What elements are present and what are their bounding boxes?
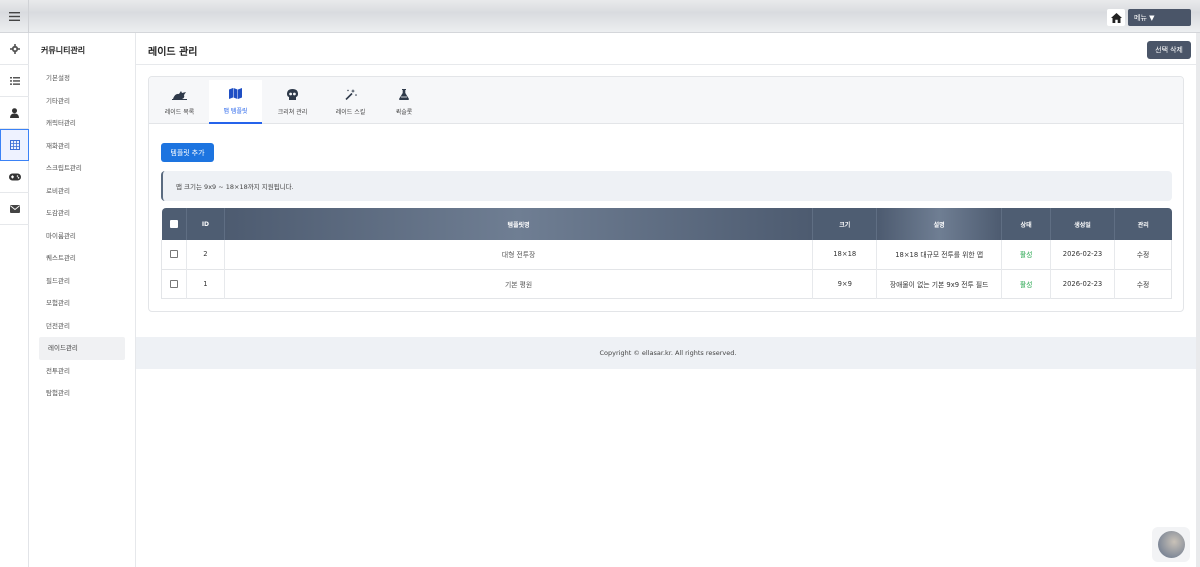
row-select-cell	[161, 269, 187, 298]
user-icon[interactable]	[0, 97, 29, 129]
wand-icon	[344, 88, 357, 104]
sidebar-item-adventure[interactable]: 모험관리	[29, 292, 135, 315]
sidebar-item-etc[interactable]: 기타관리	[29, 90, 135, 113]
hamburger-menu-icon[interactable]	[0, 0, 29, 33]
footer: Copyright © ellasar.kr. All rights reser…	[136, 337, 1200, 369]
copyright-text: Copyright © ellasar.kr. All rights reser…	[599, 349, 737, 357]
select-all-cell	[161, 208, 187, 240]
grid-icon[interactable]	[0, 129, 29, 161]
content-card: 레이드 목록 맵 템플릿 크리쳐 관리 레이드 스킬 퀵슬롯 템플릿 추가 맵 …	[148, 76, 1184, 312]
sidebar-submenu: 커뮤니티관리 기본설정 기타관리 캐릭터관리 재화관리 스크립트관리 로비관리 …	[29, 33, 136, 567]
sidebar-item-field[interactable]: 필드관리	[29, 270, 135, 293]
gear-icon[interactable]	[0, 33, 29, 65]
sidebar-item-basic-settings[interactable]: 기본설정	[29, 67, 135, 90]
select-all-checkbox[interactable]	[169, 220, 178, 228]
cell-size: 9×9	[812, 269, 878, 298]
tab-quickslot[interactable]: 퀵슬롯	[379, 80, 429, 124]
icon-rail	[0, 33, 29, 567]
column-header-description[interactable]: 설명	[876, 208, 1003, 240]
table-row: 2 대형 전투장 18×18 18×18 대규모 전투를 위한 맵 활성 202…	[161, 240, 1173, 269]
row-select-cell	[161, 240, 187, 269]
assistant-avatar-icon	[1157, 531, 1185, 558]
template-table: ID 템플릿명 크기 설명 상태 생성일 관리 2 대형 전투장 18×18 1…	[161, 208, 1173, 299]
cell-size: 18×18	[812, 240, 878, 269]
info-text: 맵 크기는 9x9 ~ 18×18까지 지원됩니다.	[176, 183, 294, 191]
cell-created: 2026-02-23	[1050, 269, 1115, 298]
content-header: 레이드 관리 선택 삭제	[136, 33, 1200, 65]
tab-label: 퀵슬롯	[395, 108, 413, 116]
column-header-actions: 관리	[1114, 208, 1172, 240]
sidebar-item-battle[interactable]: 전투관리	[29, 360, 135, 383]
edit-link[interactable]: 수정	[1114, 240, 1173, 269]
cell-created: 2026-02-23	[1050, 240, 1115, 269]
top-bar: 메뉴 ▼	[0, 0, 1200, 33]
table-header-row: ID 템플릿명 크기 설명 상태 생성일 관리	[161, 208, 1172, 240]
home-icon[interactable]	[1107, 9, 1125, 26]
column-header-status[interactable]: 상태	[1001, 208, 1052, 240]
column-header-size[interactable]: 크기	[812, 208, 878, 240]
column-header-name[interactable]: 템플릿명	[224, 208, 814, 240]
sidebar-item-myroom[interactable]: 마이룸관리	[29, 225, 135, 248]
menu-dropdown[interactable]: 메뉴 ▼	[1128, 9, 1191, 26]
tab-label: 크리쳐 관리	[277, 108, 308, 116]
tab-raid-skill[interactable]: 레이드 스킬	[324, 80, 377, 124]
floating-assistant-button[interactable]	[1152, 527, 1190, 562]
delete-selected-button[interactable]: 선택 삭제	[1147, 41, 1191, 59]
map-icon	[229, 87, 242, 103]
cell-status: 활성	[1001, 269, 1052, 298]
row-checkbox[interactable]	[169, 279, 178, 288]
sidebar-item-currency[interactable]: 재화관리	[29, 135, 135, 158]
cell-name: 기본 평원	[224, 269, 814, 298]
add-template-button[interactable]: 템플릿 추가	[161, 143, 214, 162]
cell-id: 2	[186, 240, 225, 269]
tab-label: 맵 템플릿	[223, 107, 248, 115]
cell-description: 18×18 대규모 전투를 위한 맵	[876, 240, 1003, 269]
page-scrollbar[interactable]	[1196, 33, 1200, 567]
sidebar-item-collection[interactable]: 도감관리	[29, 202, 135, 225]
flask-icon	[399, 88, 409, 104]
tab-label: 레이드 목록	[164, 108, 195, 116]
row-checkbox[interactable]	[169, 250, 178, 259]
page-title: 레이드 관리	[148, 47, 198, 58]
skull-icon	[287, 88, 298, 104]
sidebar-item-raid[interactable]: 레이드관리	[39, 337, 125, 360]
edit-link[interactable]: 수정	[1114, 269, 1173, 298]
tab-bar: 레이드 목록 맵 템플릿 크리쳐 관리 레이드 스킬 퀵슬롯	[149, 77, 1183, 124]
sidebar-item-character[interactable]: 캐릭터관리	[29, 112, 135, 135]
sidebar-item-exploration[interactable]: 탐험관리	[29, 382, 135, 405]
info-notice: 맵 크기는 9x9 ~ 18×18까지 지원됩니다.	[161, 171, 1172, 201]
sidebar-item-script[interactable]: 스크립트관리	[29, 157, 135, 180]
column-header-id[interactable]: ID	[186, 208, 225, 240]
dragon-icon	[172, 89, 187, 104]
tab-map-template[interactable]: 맵 템플릿	[209, 80, 262, 124]
tab-label: 레이드 스킬	[335, 108, 366, 116]
menu-dropdown-label: 메뉴 ▼	[1134, 13, 1155, 22]
mail-icon[interactable]	[0, 193, 29, 225]
list-icon[interactable]	[0, 65, 29, 97]
cell-status: 활성	[1001, 240, 1052, 269]
cell-id: 1	[186, 269, 225, 298]
cell-description: 장애물이 없는 기본 9x9 전투 필드	[876, 269, 1003, 298]
sidebar-item-quest[interactable]: 퀘스트관리	[29, 247, 135, 270]
table-row: 1 기본 평원 9×9 장애물이 없는 기본 9x9 전투 필드 활성 2026…	[161, 269, 1173, 298]
submenu-title: 커뮤니티관리	[41, 46, 86, 55]
gamepad-icon[interactable]	[0, 161, 29, 193]
tab-raid-list[interactable]: 레이드 목록	[153, 80, 206, 124]
sidebar-item-lobby[interactable]: 로비관리	[29, 180, 135, 203]
column-header-created[interactable]: 생성일	[1050, 208, 1115, 240]
tab-creature[interactable]: 크리쳐 관리	[266, 80, 319, 124]
sidebar-item-dungeon[interactable]: 던전관리	[29, 315, 135, 338]
cell-name: 대형 전투장	[224, 240, 814, 269]
